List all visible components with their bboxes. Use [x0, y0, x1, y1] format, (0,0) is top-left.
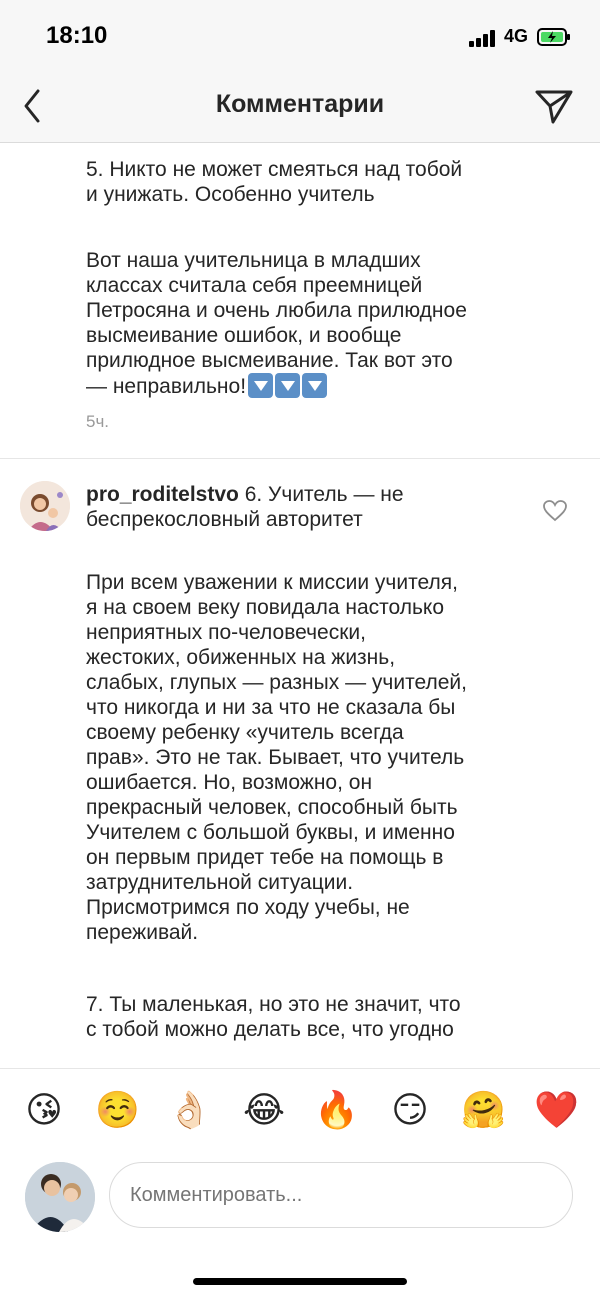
user-photo-icon — [25, 1162, 95, 1232]
fire-emoji-icon[interactable]: 🔥 — [314, 1089, 359, 1133]
kissing-face-emoji-icon[interactable]: 😘 — [22, 1089, 66, 1133]
send-direct-icon[interactable] — [534, 86, 574, 126]
comment-timestamp: 5ч. — [86, 412, 110, 431]
page-title: Комментарии — [215, 90, 385, 118]
tears-of-joy-emoji-icon[interactable]: 😂 — [242, 1089, 286, 1133]
avatar[interactable] — [20, 481, 70, 531]
smirk-emoji-icon[interactable]: 😏 — [388, 1089, 432, 1133]
current-user-avatar[interactable] — [25, 1162, 95, 1232]
comment-body: При всем уважении к миссии учителя, я на… — [86, 571, 467, 944]
battery-icon — [537, 28, 570, 46]
cellular-signal-icon — [469, 29, 497, 47]
comment-text-part: 5. Никто не может смеяться над тобой и у… — [86, 158, 463, 206]
comment-body: 7. Ты маленькая, но это не значит, что с… — [86, 993, 461, 1041]
smiling-face-emoji-icon[interactable]: ☺️ — [95, 1089, 140, 1133]
arrow-down-emoji-icon — [248, 373, 274, 398]
comment-header: pro_roditelstvo 6. Учитель — не беспреко… — [86, 482, 526, 532]
comment-username[interactable]: pro_roditelstvo — [86, 483, 239, 506]
hugging-emoji-icon[interactable]: 🤗 — [461, 1089, 506, 1133]
nav-bar: Комментарии — [0, 72, 600, 143]
network-type: 4G — [504, 26, 529, 46]
like-heart-icon[interactable] — [543, 500, 567, 522]
ok-hand-emoji-icon[interactable]: 👌🏻 — [167, 1089, 212, 1133]
avatar-illustration-icon — [20, 481, 70, 531]
divider — [0, 458, 600, 459]
status-bar: 18:10 4G — [0, 0, 600, 72]
home-indicator[interactable] — [193, 1278, 407, 1285]
arrow-down-emoji-icon — [275, 373, 301, 398]
comment-text-part: Вот наша учительница в младших классах с… — [86, 248, 526, 399]
arrow-down-emoji-icon — [302, 373, 328, 398]
status-time: 18:10 — [46, 22, 108, 49]
comment-composer — [0, 1158, 600, 1298]
red-heart-emoji-icon[interactable]: ❤️ — [534, 1089, 579, 1133]
emoji-bar: 😘 ☺️ 👌🏻 😂 🔥 😏 🤗 ❤️ — [0, 1068, 600, 1159]
comment-input[interactable] — [109, 1162, 573, 1228]
